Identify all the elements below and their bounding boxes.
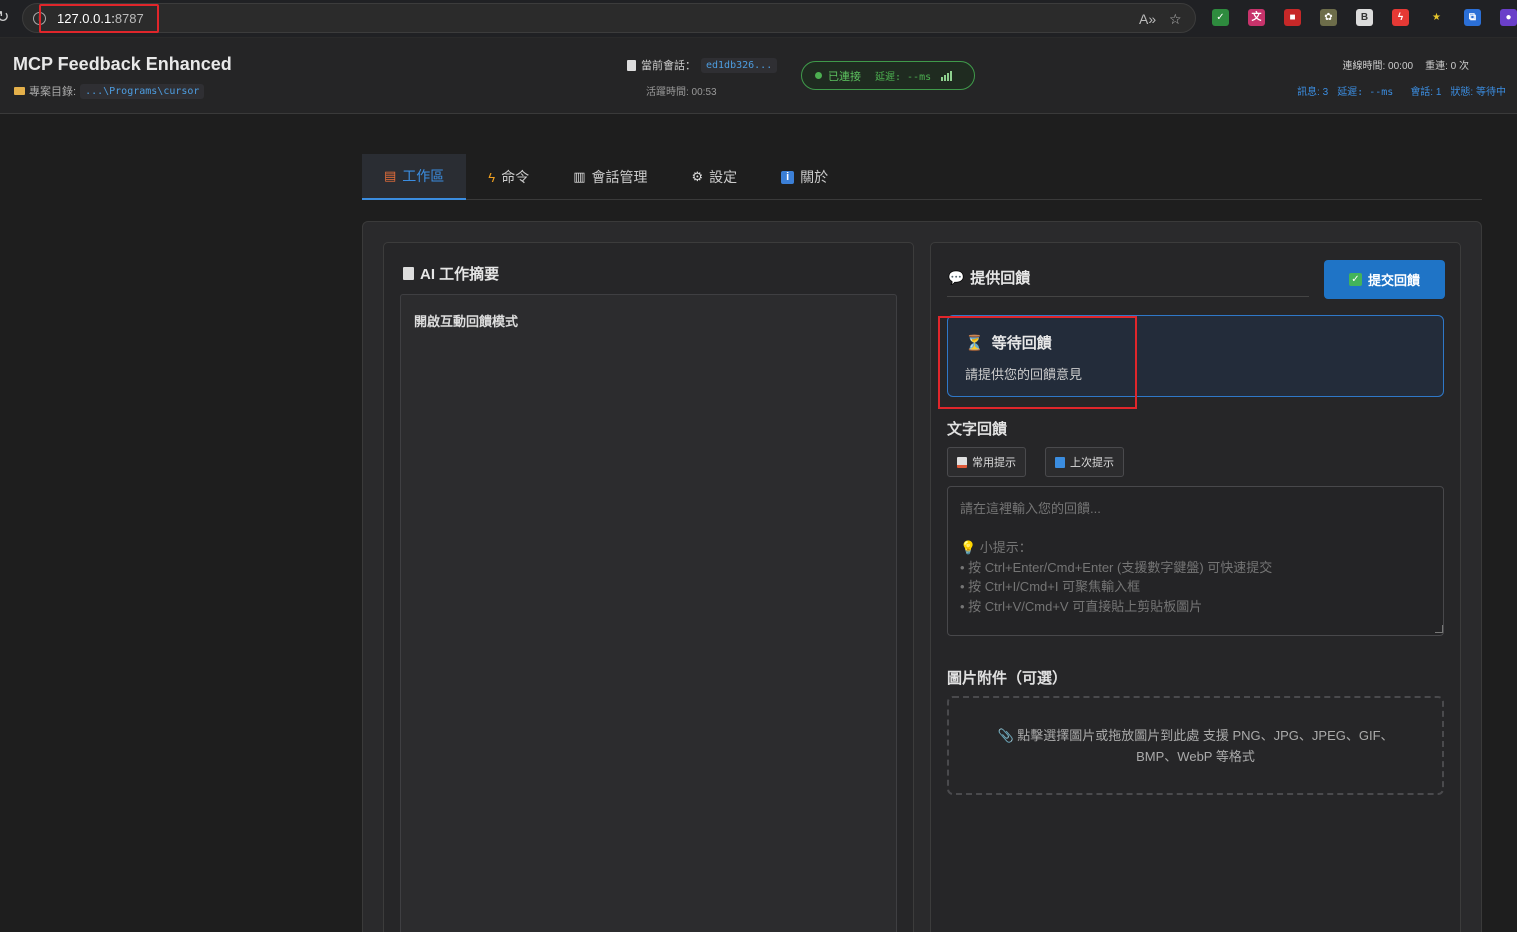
check-icon: ✓ [1348,273,1362,286]
tab-label: 關於 [800,169,829,185]
feedback-title-text: 提供回饋 [970,270,1031,287]
left-empty-area [0,114,340,932]
tab-label: 工作區 [402,168,445,184]
tab-session-management[interactable]: ▥ 會話管理 [551,154,669,200]
extension-shield-icon[interactable]: ✓ [1212,9,1229,26]
message-count: 訊息: 3 [1297,87,1329,98]
last-prompt-button[interactable]: 上次提示 [1045,447,1124,477]
folder-icon [14,87,25,95]
connection-status: 已連接 [828,70,861,83]
speech-bubble-icon: 💬 [948,269,965,285]
extension-bolt-icon[interactable]: ϟ [1392,9,1409,26]
image-drop-zone[interactable]: 📎 點擊選擇圖片或拖放圖片到此處 支援 PNG、JPG、JPEG、GIF、BMP… [947,696,1444,795]
clipboard-icon [627,59,636,71]
project-path[interactable]: ...\Programs\cursor [80,83,205,99]
summary-text: 開啟互動回饋模式 [414,314,519,329]
project-directory: 專案目錄: ...\Programs\cursor [14,83,205,99]
extension-b-icon[interactable]: B [1356,9,1373,26]
summary-title-text: AI 工作摘要 [420,266,500,283]
image-attachment-label: 圖片附件（可選） [947,670,1068,687]
session-active-time: 活躍時間: 00:53 [646,87,717,98]
reconnect-count: 重連: 0 次 [1425,61,1469,72]
resize-handle-icon[interactable] [1435,625,1443,633]
extension-red-icon[interactable]: ■ [1284,9,1301,26]
status-dot-icon [815,72,822,79]
current-session: 當前會話： ed1db326... [627,57,778,73]
document-icon [957,456,967,468]
app-header: MCP Feedback Enhanced 專案目錄: ...\Programs… [0,38,1517,114]
extension-tab-icon[interactable]: ⧉ [1464,9,1481,26]
signal-bars-icon [941,70,953,81]
drop-zone-text: 📎 點擊選擇圖片或拖放圖片到此處 支援 PNG、JPG、JPEG、GIF、BMP… [997,727,1394,764]
clipboard-icon [403,267,414,280]
app-title: MCP Feedback Enhanced [13,54,232,74]
summary-content-box[interactable]: 開啟互動回饋模式 [400,294,897,932]
tab-commands[interactable]: ϟ 命令 [466,154,551,200]
lightning-icon: ϟ [488,169,496,185]
submit-label: 提交回饋 [1367,273,1420,288]
summary-title: AI 工作摘要 [403,263,499,284]
feedback-textarea[interactable] [947,486,1444,636]
project-label: 專案目錄: [29,86,77,98]
reload-icon[interactable]: ↻ [0,9,10,27]
connection-status-pill[interactable]: 已連接 延遲: --ms [801,61,975,90]
browser-toolbar: ↻ i 127.0.0.1:8787 A» ☆ ✓ 文 ■ ✿ B ϟ ★ ⧉ … [0,0,1517,38]
tab-settings[interactable]: ⚙ 設定 [669,154,759,200]
submit-feedback-button[interactable]: ✓ 提交回饋 [1324,260,1445,299]
latency-stat: 延遲: --ms [1337,87,1394,98]
star-icon[interactable]: ☆ [1169,12,1182,26]
gear-icon: ⚙ [691,169,704,184]
ai-summary-card: AI 工作摘要 開啟互動回饋模式 [383,242,914,932]
session-count: 會話: 1 [1410,87,1442,98]
refresh-icon [1055,456,1065,468]
session-stats: 訊息: 3 延遲: --ms 會話: 1 狀態: 等待中 [1297,83,1506,98]
tab-label: 命令 [501,169,530,185]
text-feedback-label: 文字回饋 [947,421,1008,438]
tab-about[interactable]: i 關於 [759,154,850,200]
divider [947,296,1309,297]
info-icon: i [781,170,795,184]
waiting-highlight-box [938,316,1137,409]
connection-stats: 連線時間: 00:00 重連: 0 次 [1343,57,1470,72]
tab-label: 會話管理 [591,169,648,185]
session-id[interactable]: ed1db326... [701,57,778,73]
last-prompt-label: 上次提示 [1070,457,1114,469]
feedback-title: 💬 提供回饋 [948,267,1030,288]
url-highlight-box [39,4,159,33]
extension-star-icon[interactable]: ★ [1428,9,1445,26]
tab-workspace[interactable]: ▤ 工作區 [362,154,467,200]
session-label: 當前會話： [641,60,696,72]
common-prompts-button[interactable]: 常用提示 [947,447,1026,477]
extension-purple-icon[interactable]: ● [1500,9,1517,26]
common-prompts-label: 常用提示 [972,457,1016,469]
tab-label: 設定 [709,169,738,185]
extension-translate-icon[interactable]: 文 [1248,9,1265,26]
connect-time: 連線時間: 00:00 [1342,61,1414,72]
main-tabs: ▤ 工作區 ϟ 命令 ▥ 會話管理 ⚙ 設定 i 關於 [362,154,1482,200]
read-aloud-icon[interactable]: A» [1139,12,1156,26]
state-status: 狀態: 等待中 [1450,87,1506,98]
clipboard-icon: ▥ [573,169,586,184]
connection-latency: 延遲: --ms [875,72,932,83]
extension-leaf-icon[interactable]: ✿ [1320,9,1337,26]
address-bar[interactable]: i 127.0.0.1:8787 A» ☆ [22,3,1196,33]
document-icon: ▤ [384,168,397,183]
